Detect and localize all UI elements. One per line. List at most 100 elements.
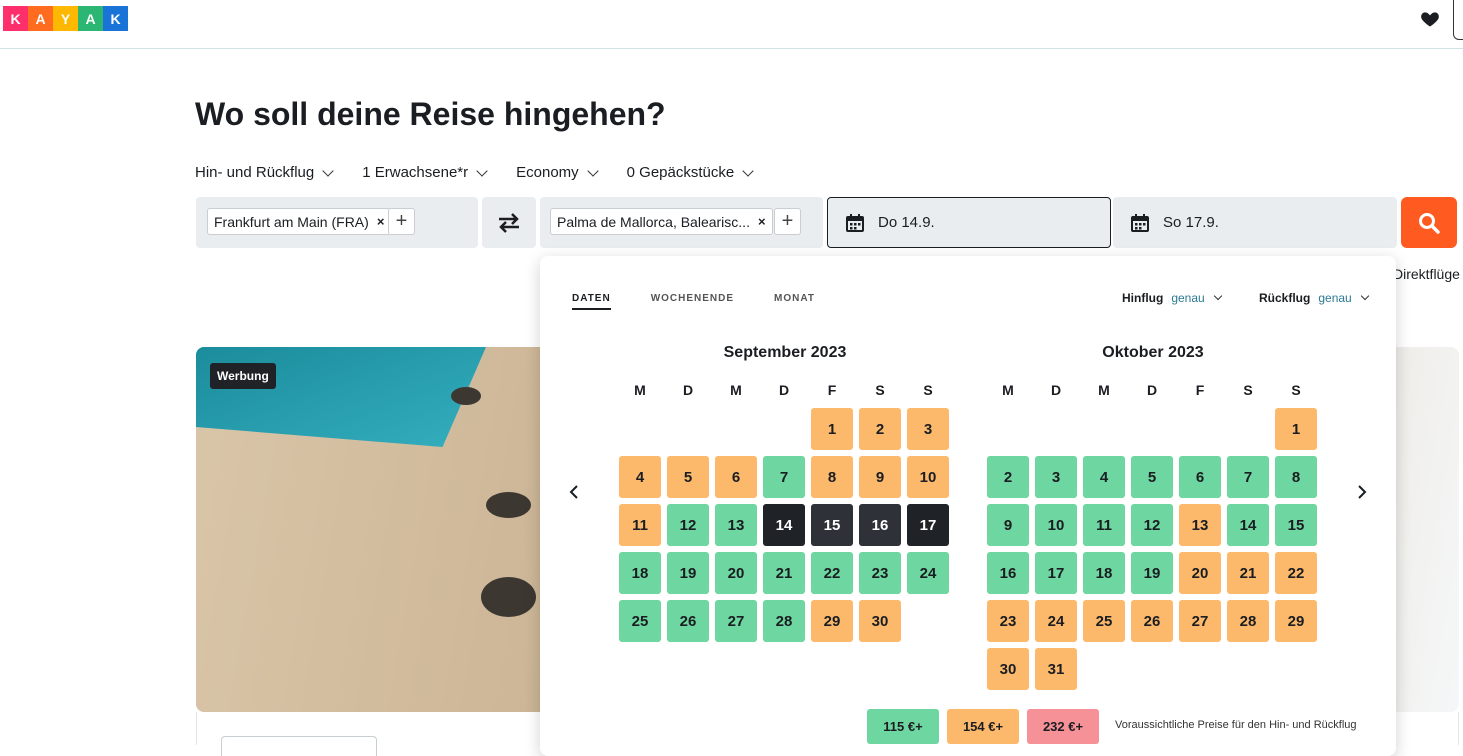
weekday-label: F [827, 382, 837, 398]
day-cell[interactable]: 15 [811, 504, 853, 546]
direct-flights-option[interactable]: Direktflüge [1393, 266, 1460, 282]
heart-icon[interactable] [1420, 9, 1440, 29]
picker-tab-monat[interactable]: MONAT [774, 293, 815, 310]
search-button[interactable] [1401, 197, 1457, 248]
day-cell[interactable]: 11 [1083, 504, 1125, 546]
day-cell[interactable]: 16 [859, 504, 901, 546]
day-cell[interactable]: 22 [1275, 552, 1317, 594]
day-cell[interactable]: 20 [715, 552, 757, 594]
inbound-flex-dropdown[interactable]: Rückflug genau [1259, 291, 1369, 305]
day-cell[interactable]: 17 [1035, 552, 1077, 594]
ad-card-button[interactable] [221, 736, 377, 756]
day-cell[interactable]: 27 [1179, 600, 1221, 642]
day-cell[interactable]: 9 [859, 456, 901, 498]
day-cell[interactable]: 16 [987, 552, 1029, 594]
day-cell[interactable]: 27 [715, 600, 757, 642]
prev-month-button[interactable] [564, 482, 584, 502]
chevron-down-icon [322, 164, 334, 177]
day-cell[interactable]: 1 [811, 408, 853, 450]
outbound-flex-dropdown[interactable]: Hinflug genau [1122, 291, 1222, 305]
remove-origin-icon[interactable]: × [377, 214, 385, 229]
swap-button[interactable] [482, 197, 536, 248]
weekday-label: S [1291, 382, 1301, 398]
day-cell[interactable]: 12 [667, 504, 709, 546]
day-cell[interactable]: 14 [763, 504, 805, 546]
day-cell[interactable]: 6 [715, 456, 757, 498]
day-cell[interactable]: 4 [619, 456, 661, 498]
day-cell[interactable]: 29 [1275, 600, 1317, 642]
destination-field[interactable]: Palma de Mallorca, Balearisc... × + [540, 197, 823, 248]
cabin-label: Economy [516, 164, 579, 181]
day-cell[interactable]: 28 [763, 600, 805, 642]
day-cell[interactable]: 12 [1131, 504, 1173, 546]
day-cell[interactable]: 28 [1227, 600, 1269, 642]
weekday-label: M [1098, 382, 1110, 398]
bags-dropdown[interactable]: 0 Gepäckstücke [627, 164, 754, 181]
hero-image-decoration [196, 347, 486, 447]
day-cell[interactable]: 26 [667, 600, 709, 642]
trip-type-dropdown[interactable]: Hin- und Rückflug [195, 164, 334, 181]
day-cell[interactable]: 25 [1083, 600, 1125, 642]
day-cell[interactable]: 31 [1035, 648, 1077, 690]
day-cell[interactable]: 23 [987, 600, 1029, 642]
picker-tab-daten[interactable]: DATEN [572, 293, 611, 310]
passengers-dropdown[interactable]: 1 Erwachsene*r [362, 164, 488, 181]
day-cell[interactable]: 21 [763, 552, 805, 594]
day-cell[interactable]: 25 [619, 600, 661, 642]
day-cell[interactable]: 19 [1131, 552, 1173, 594]
day-cell[interactable]: 6 [1179, 456, 1221, 498]
day-cell[interactable]: 13 [1179, 504, 1221, 546]
cabin-dropdown[interactable]: Economy [516, 164, 599, 181]
day-cell[interactable]: 30 [859, 600, 901, 642]
day-cell[interactable]: 3 [1035, 456, 1077, 498]
day-cell[interactable]: 17 [907, 504, 949, 546]
day-cell[interactable]: 2 [987, 456, 1029, 498]
day-cell[interactable]: 15 [1275, 504, 1317, 546]
day-cell[interactable]: 18 [1083, 552, 1125, 594]
day-cell[interactable]: 8 [1275, 456, 1317, 498]
empty-day-cell [1131, 408, 1173, 450]
day-cell[interactable]: 26 [1131, 600, 1173, 642]
day-cell[interactable]: 9 [987, 504, 1029, 546]
day-cell[interactable]: 13 [715, 504, 757, 546]
origin-field[interactable]: Frankfurt am Main (FRA) × + [196, 197, 478, 248]
day-cell[interactable]: 21 [1227, 552, 1269, 594]
destination-chip[interactable]: Palma de Mallorca, Balearisc... × [550, 208, 773, 235]
day-cell[interactable]: 10 [907, 456, 949, 498]
depart-date-field[interactable]: Do 14.9. [827, 197, 1111, 248]
remove-destination-icon[interactable]: × [758, 214, 766, 229]
day-cell[interactable]: 5 [667, 456, 709, 498]
day-cell[interactable]: 22 [811, 552, 853, 594]
day-cell[interactable]: 2 [859, 408, 901, 450]
day-cell[interactable]: 8 [811, 456, 853, 498]
day-cell[interactable]: 29 [811, 600, 853, 642]
add-destination-button[interactable]: + [774, 208, 801, 235]
day-cell[interactable]: 20 [1179, 552, 1221, 594]
kayak-logo[interactable]: KAYAK [3, 6, 128, 31]
return-date-field[interactable]: So 17.9. [1113, 197, 1397, 248]
day-cell[interactable]: 1 [1275, 408, 1317, 450]
day-cell[interactable]: 14 [1227, 504, 1269, 546]
day-cell[interactable]: 30 [987, 648, 1029, 690]
day-cell[interactable]: 7 [763, 456, 805, 498]
day-cell[interactable]: 19 [667, 552, 709, 594]
day-cell[interactable]: 4 [1083, 456, 1125, 498]
day-cell[interactable]: 24 [907, 552, 949, 594]
origin-chip[interactable]: Frankfurt am Main (FRA) × [207, 208, 392, 235]
date-picker-popup: DATEN WOCHENENDE MONAT Hinflug genau Rückf… [540, 256, 1396, 756]
weekday-label: M [1002, 382, 1014, 398]
day-cell[interactable]: 23 [859, 552, 901, 594]
account-menu-button[interactable] [1453, 0, 1463, 40]
empty-day-cell [1035, 408, 1077, 450]
day-cell[interactable]: 3 [907, 408, 949, 450]
weekday-header: MDMDFSS [987, 382, 1319, 398]
day-cell[interactable]: 24 [1035, 600, 1077, 642]
day-cell[interactable]: 10 [1035, 504, 1077, 546]
day-cell[interactable]: 5 [1131, 456, 1173, 498]
day-cell[interactable]: 18 [619, 552, 661, 594]
picker-tab-wochenende[interactable]: WOCHENENDE [651, 293, 734, 310]
add-origin-button[interactable]: + [388, 208, 415, 235]
day-cell[interactable]: 7 [1227, 456, 1269, 498]
day-cell[interactable]: 11 [619, 504, 661, 546]
next-month-button[interactable] [1352, 482, 1372, 502]
